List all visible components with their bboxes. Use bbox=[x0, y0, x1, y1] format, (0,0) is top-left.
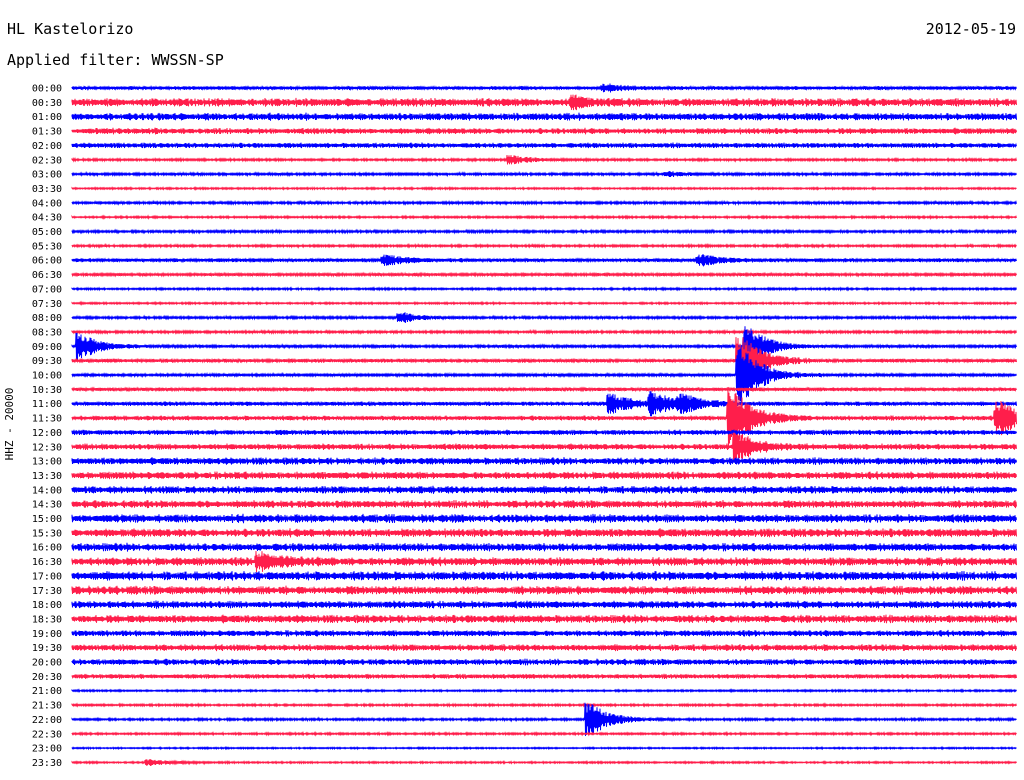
row-time-label: 08:30 bbox=[32, 327, 62, 338]
trace-line bbox=[71, 658, 1017, 666]
row-time-label: 19:00 bbox=[32, 629, 62, 640]
row-time-label: 08:00 bbox=[32, 313, 62, 324]
row-time-label: 23:00 bbox=[32, 744, 62, 755]
row-time-label: 16:30 bbox=[32, 557, 62, 568]
row-time-label: 05:00 bbox=[32, 227, 62, 238]
row-time-label: 01:30 bbox=[32, 127, 62, 138]
row-time-label: 00:00 bbox=[32, 84, 62, 95]
trace-line bbox=[71, 94, 1017, 111]
trace-line bbox=[71, 513, 1017, 524]
trace-line bbox=[71, 528, 1017, 538]
trace-line bbox=[71, 550, 1017, 573]
trace-line bbox=[71, 644, 1017, 652]
row-time-label: 05:30 bbox=[32, 241, 62, 252]
row-time-label: 22:30 bbox=[32, 729, 62, 740]
row-time-label: 19:30 bbox=[32, 643, 62, 654]
y-axis-label: HHZ - 20000 bbox=[3, 388, 16, 461]
trace-line bbox=[71, 429, 1017, 436]
row-time-label: 12:30 bbox=[32, 442, 62, 453]
trace-line bbox=[71, 745, 1017, 751]
row-time-label: 07:00 bbox=[32, 284, 62, 295]
row-time-label: 06:30 bbox=[32, 270, 62, 281]
trace-line bbox=[71, 312, 1017, 323]
row-time-label: 12:00 bbox=[32, 428, 62, 439]
row-time-label: 11:00 bbox=[32, 399, 62, 410]
row-time-label: 23:30 bbox=[32, 758, 62, 769]
trace-line bbox=[71, 185, 1017, 192]
row-time-label: 20:00 bbox=[32, 658, 62, 669]
row-time-label: 20:30 bbox=[32, 672, 62, 683]
trace-line bbox=[71, 571, 1017, 581]
row-time-label: 14:30 bbox=[32, 500, 62, 511]
row-time-label: 09:30 bbox=[32, 356, 62, 367]
trace-line bbox=[71, 83, 1017, 93]
trace-line bbox=[71, 585, 1017, 595]
trace-line bbox=[71, 391, 1017, 417]
trace-line bbox=[71, 614, 1017, 624]
trace-line bbox=[71, 386, 1017, 393]
trace-line bbox=[71, 688, 1017, 694]
trace-line bbox=[71, 702, 1017, 709]
row-time-label: 01:00 bbox=[32, 112, 62, 123]
row-time-label: 10:30 bbox=[32, 385, 62, 396]
trace-line bbox=[71, 242, 1017, 249]
row-time-label: 10:00 bbox=[32, 371, 62, 382]
trace-line bbox=[71, 758, 1017, 766]
trace-line bbox=[71, 485, 1017, 494]
trace-line bbox=[71, 328, 1017, 336]
row-time-label: 17:30 bbox=[32, 586, 62, 597]
trace-line bbox=[71, 228, 1017, 235]
trace-line bbox=[71, 142, 1017, 149]
trace-line bbox=[71, 432, 1017, 462]
row-time-label: 13:30 bbox=[32, 471, 62, 482]
row-time-label: 18:30 bbox=[32, 614, 62, 625]
row-time-label: 21:30 bbox=[32, 701, 62, 712]
trace-line bbox=[71, 285, 1017, 292]
trace-line bbox=[71, 500, 1017, 509]
row-time-label: 02:30 bbox=[32, 155, 62, 166]
row-time-label: 16:00 bbox=[32, 543, 62, 554]
helicorder-plot: HHZ - 20000 00:00 00:30 01:00 01:30 02:00 02:… bbox=[3, 83, 1017, 769]
row-time-label: 15:30 bbox=[32, 528, 62, 539]
trace-line bbox=[71, 386, 1017, 450]
trace-line bbox=[71, 471, 1017, 480]
trace-line bbox=[71, 154, 1017, 165]
row-time-label: 15:00 bbox=[32, 514, 62, 525]
trace-line bbox=[71, 127, 1017, 135]
row-time-label: 09:00 bbox=[32, 342, 62, 353]
trace-line bbox=[71, 337, 1017, 385]
row-time-label: 14:00 bbox=[32, 485, 62, 496]
row-time-label: 21:00 bbox=[32, 686, 62, 697]
row-time-label: 07:30 bbox=[32, 299, 62, 310]
row-time-label: 04:00 bbox=[32, 198, 62, 209]
trace-rows: 00:00 00:30 01:00 01:30 02:00 02:30 03:00 03:30… bbox=[32, 83, 1017, 769]
row-time-label: 06:00 bbox=[32, 256, 62, 267]
trace-line bbox=[71, 673, 1017, 680]
trace-line bbox=[71, 457, 1017, 466]
trace-line bbox=[71, 542, 1017, 552]
row-time-label: 02:00 bbox=[32, 141, 62, 152]
trace-line bbox=[71, 702, 1017, 737]
trace-line bbox=[71, 199, 1017, 206]
row-time-label: 18:00 bbox=[32, 600, 62, 611]
trace-line bbox=[71, 730, 1017, 737]
trace-line bbox=[71, 600, 1017, 609]
row-time-label: 17:00 bbox=[32, 571, 62, 582]
row-time-label: 00:30 bbox=[32, 98, 62, 109]
row-time-label: 22:00 bbox=[32, 715, 62, 726]
row-time-label: 03:30 bbox=[32, 184, 62, 195]
row-time-label: 03:00 bbox=[32, 170, 62, 181]
trace-line bbox=[71, 214, 1017, 221]
trace-line bbox=[71, 170, 1017, 178]
trace-line bbox=[71, 300, 1017, 307]
row-time-label: 04:30 bbox=[32, 213, 62, 224]
row-time-label: 11:30 bbox=[32, 414, 62, 425]
trace-line bbox=[71, 253, 1017, 267]
trace-line bbox=[71, 629, 1017, 637]
trace-line bbox=[71, 346, 1017, 404]
row-time-label: 13:00 bbox=[32, 457, 62, 468]
trace-line bbox=[71, 112, 1017, 121]
trace-line bbox=[71, 271, 1017, 278]
